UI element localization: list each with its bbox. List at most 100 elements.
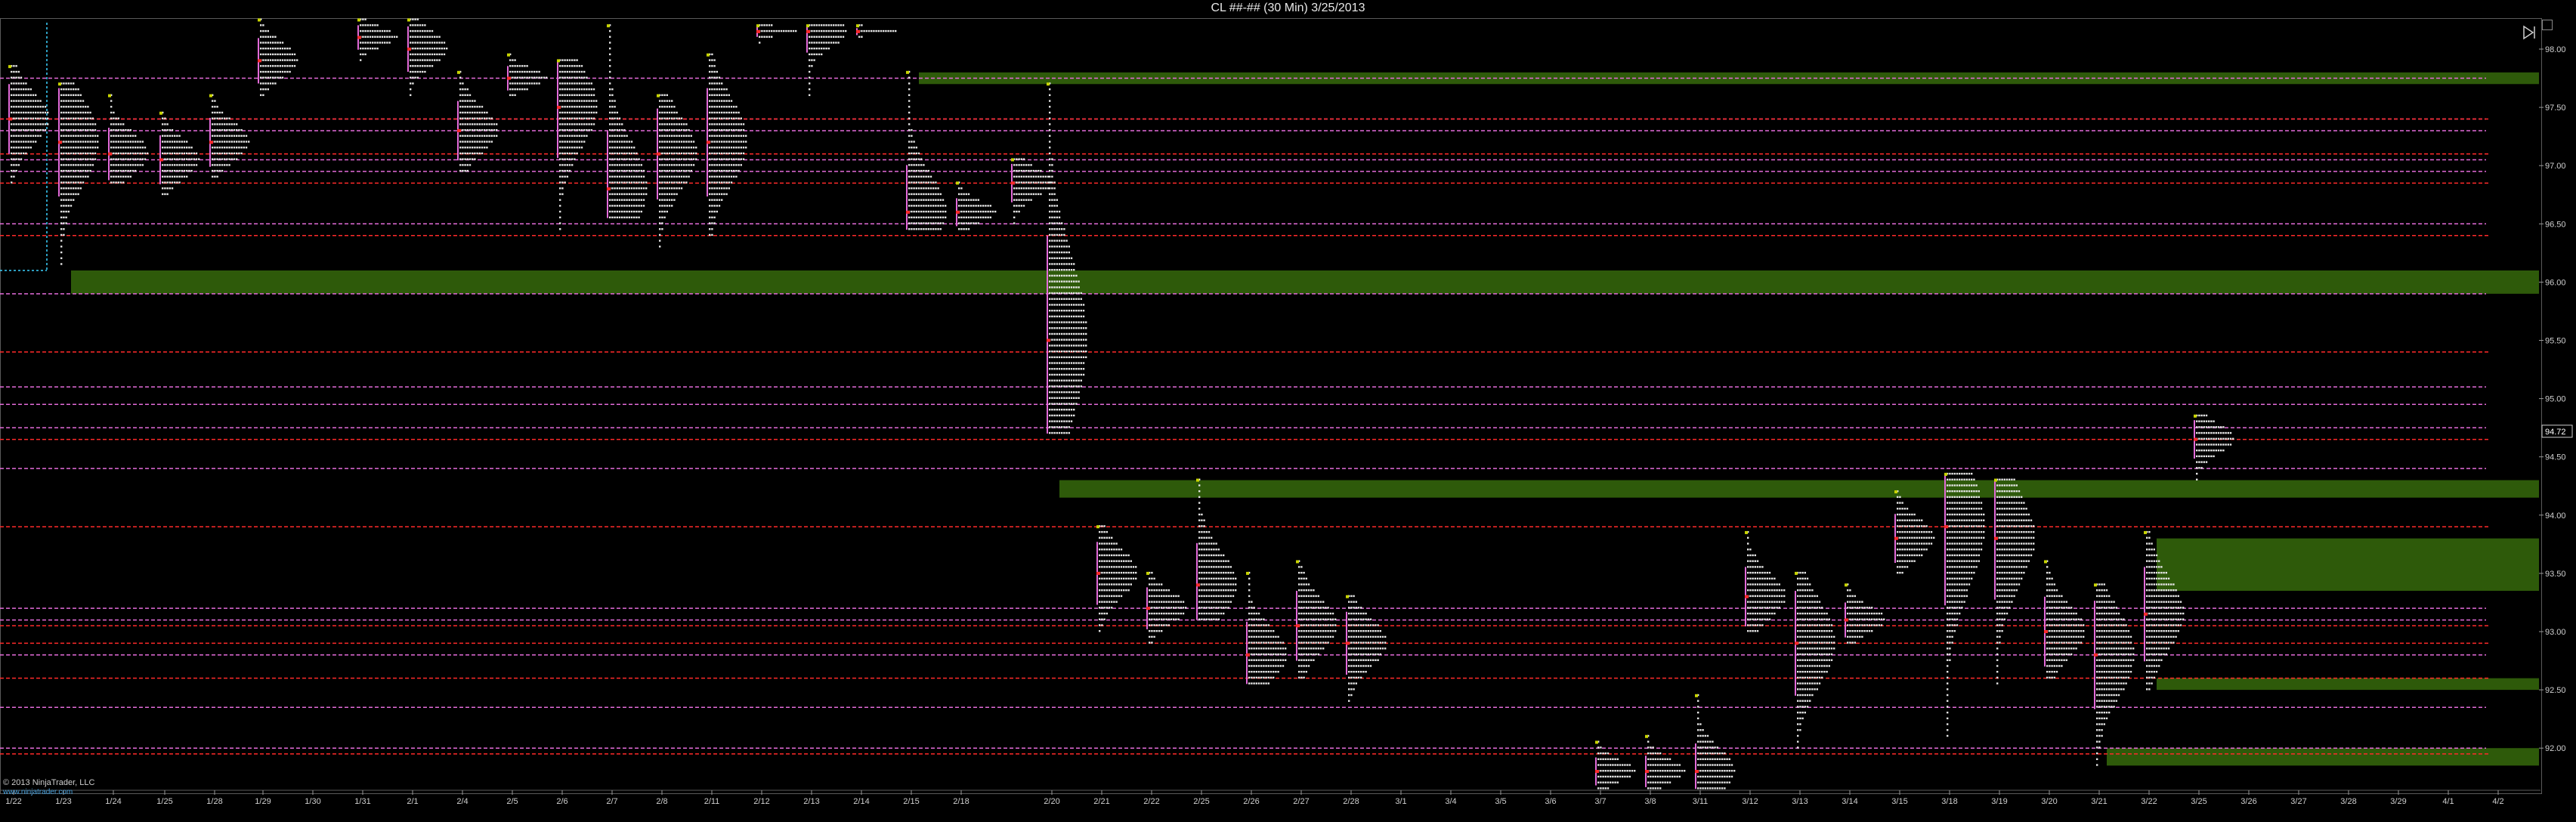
open-marker — [8, 65, 11, 69]
tpo-dot — [236, 134, 238, 138]
tpo-dot — [1334, 624, 1337, 626]
tpo-dot — [676, 111, 678, 114]
tpo-dot — [695, 158, 697, 160]
tpo-dot — [1248, 670, 1251, 673]
tpo-dot — [911, 216, 913, 218]
tpo-dot — [23, 111, 25, 114]
tpo-dot — [929, 210, 932, 213]
tpo-dot — [960, 210, 963, 213]
tpo-dot — [917, 175, 920, 178]
tpo-dot — [574, 82, 576, 85]
tpo-dot — [119, 123, 122, 125]
tpo-dot — [559, 164, 561, 166]
tpo-dot — [486, 111, 488, 114]
tpo-dot — [1726, 764, 1728, 766]
tpo-dot — [1223, 571, 1225, 574]
tpo-dot — [1061, 385, 1063, 388]
tpo-dot — [1223, 560, 1225, 562]
tpo-dot — [616, 164, 618, 166]
tpo-dot — [1265, 641, 1267, 644]
tpo-dot — [661, 199, 663, 201]
tpo-dot — [1676, 764, 1678, 766]
tpo-dot — [1322, 607, 1325, 609]
tpo-dot — [127, 147, 129, 149]
tpo-dot — [1360, 641, 1362, 644]
tpo-dot — [908, 164, 911, 166]
tpo-dot — [730, 134, 733, 138]
tpo-dot — [362, 18, 364, 20]
tpo-dot — [1051, 286, 1053, 289]
tpo-dot — [1712, 764, 1714, 766]
tpo-dot — [87, 106, 89, 108]
tpo-dot — [927, 175, 929, 178]
tpo-dot — [1774, 612, 1776, 615]
tpo-dot — [1327, 641, 1329, 644]
tpo-dot — [1730, 764, 1733, 766]
tpo-dot — [1724, 758, 1726, 761]
tpo-dot — [1053, 403, 1056, 405]
tpo-dot — [833, 42, 835, 44]
tpo-dot — [1702, 764, 1704, 766]
tpo-dot — [1180, 601, 1182, 603]
tpo-dot — [735, 147, 738, 149]
tpo-dot — [685, 147, 688, 149]
tpo-dot — [77, 100, 79, 102]
tpo-dot — [195, 158, 198, 160]
tpo-dot — [60, 111, 63, 114]
tpo-dot — [1063, 397, 1065, 399]
tpo-dot — [827, 24, 830, 26]
tpo-dot — [65, 88, 67, 91]
tpo-dot — [609, 94, 611, 97]
tpo-dot — [621, 193, 623, 196]
tpo-dot — [586, 76, 588, 79]
tpo-dot — [1622, 770, 1624, 772]
tpo-dot — [1631, 770, 1634, 772]
tpo-dot — [716, 175, 718, 178]
tpo-dot — [742, 158, 745, 160]
tpo-dot — [1313, 601, 1315, 603]
tpo-dot — [82, 181, 85, 184]
tpo-dot — [226, 117, 228, 119]
tpo-dot — [1329, 624, 1331, 626]
tpo-dot — [521, 88, 524, 91]
tpo-dot — [245, 147, 248, 149]
tpo-dot — [1053, 268, 1056, 271]
tpo-dot — [659, 123, 661, 125]
tpo-dot — [1235, 583, 1237, 586]
tpo-dot — [673, 175, 676, 178]
tpo-dot — [1058, 356, 1061, 359]
tpo-dot — [1227, 589, 1229, 592]
tpo-dot — [1298, 566, 1300, 568]
tpo-dot — [842, 24, 845, 26]
tpo-dot — [673, 181, 676, 184]
tpo-dot — [1260, 665, 1263, 667]
tpo-dot — [1120, 577, 1123, 580]
tpo-dot — [1080, 362, 1082, 364]
tpo-dot — [1016, 164, 1018, 166]
tpo-dot — [1106, 571, 1108, 574]
tpo-dot — [218, 134, 221, 138]
tpo-dot — [614, 141, 616, 143]
tpo-dot — [683, 152, 685, 155]
tpo-dot — [1666, 764, 1668, 766]
tpo-dot — [82, 106, 85, 108]
tpo-dot — [1016, 187, 1018, 190]
tpo-dot — [362, 42, 364, 44]
tpo-dot — [1103, 566, 1106, 568]
tpo-dot — [226, 164, 228, 166]
tpo-dot — [1065, 321, 1068, 323]
tpo-dot — [472, 158, 474, 160]
tpo-dot — [462, 82, 464, 85]
tpo-dot — [82, 100, 85, 102]
tpo-dot — [169, 141, 171, 143]
tpo-dot — [77, 106, 79, 108]
tpo-dot — [1353, 682, 1355, 684]
tpo-dot — [1377, 641, 1379, 644]
tpo-dot — [410, 24, 412, 26]
tpo-dot — [366, 24, 369, 26]
tpo-dot — [1125, 589, 1127, 592]
tpo-dot — [267, 82, 269, 85]
tpo-dot — [1229, 595, 1232, 598]
tpo-dot — [721, 193, 723, 196]
tpo-dot — [559, 210, 561, 213]
